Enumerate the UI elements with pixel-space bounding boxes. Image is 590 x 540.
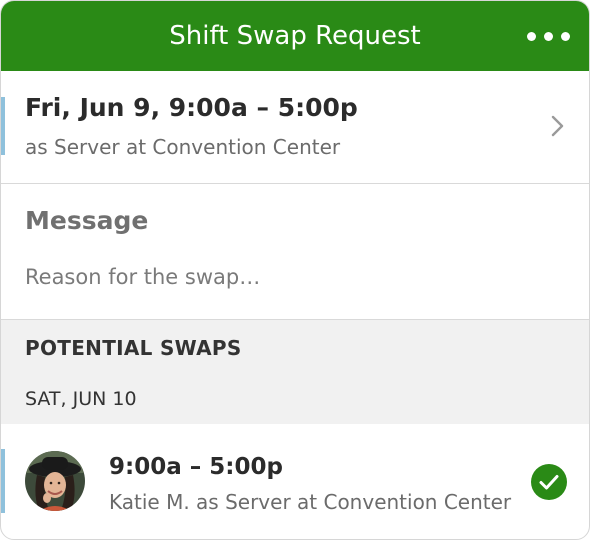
more-dot-icon	[544, 32, 553, 41]
more-dot-icon	[561, 32, 570, 41]
app-header: Shift Swap Request	[1, 1, 589, 71]
swap-accent-bar	[1, 449, 5, 513]
swap-date-heading: SAT, JUN 10	[25, 388, 137, 410]
checkmark-circle-icon[interactable]	[531, 464, 567, 500]
more-options-button[interactable]	[527, 25, 571, 47]
swap-person-role: Katie M. as Server at Convention Center	[109, 490, 512, 514]
shift-date-time: Fri, Jun 9, 9:00a – 5:00p	[25, 93, 358, 122]
avatar	[25, 451, 85, 511]
potential-swaps-header: POTENTIAL SWAPS SAT, JUN 10	[1, 320, 589, 424]
message-label: Message	[25, 206, 149, 235]
shift-accent-bar	[1, 97, 5, 155]
swap-list-item[interactable]: 9:00a – 5:00p Katie M. as Server at Conv…	[1, 424, 589, 539]
shift-row[interactable]: Fri, Jun 9, 9:00a – 5:00p as Server at C…	[1, 71, 589, 184]
message-section: Message	[1, 184, 589, 320]
section-title: POTENTIAL SWAPS	[25, 336, 242, 360]
message-input[interactable]	[25, 260, 555, 294]
shift-role-location: as Server at Convention Center	[25, 135, 341, 159]
swap-time: 9:00a – 5:00p	[109, 454, 283, 480]
chevron-right-icon	[551, 115, 564, 137]
swap-request-card: Shift Swap Request Fri, Jun 9, 9:00a – 5…	[0, 0, 590, 540]
page-title: Shift Swap Request	[169, 21, 421, 51]
more-dot-icon	[527, 32, 536, 41]
